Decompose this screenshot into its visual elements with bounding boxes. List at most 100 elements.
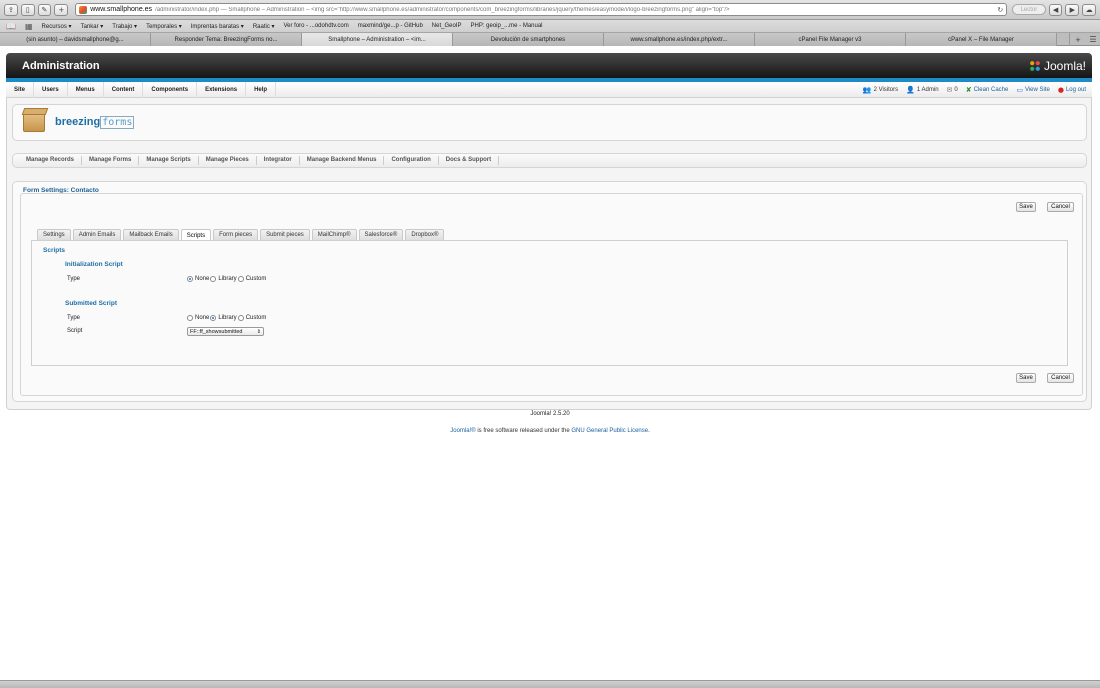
submit-radio-custom[interactable] xyxy=(237,315,244,321)
submenu-manage-forms[interactable]: Manage Forms xyxy=(82,156,140,165)
browser-tab-strip: (sin asunto) – davidsmallphone@g... Resp… xyxy=(0,33,1100,46)
browser-tab[interactable]: Responder Tema: BreezingForms no... xyxy=(151,33,302,46)
icloud-icon[interactable]: ☁ xyxy=(1082,3,1097,16)
menu-item-help[interactable]: Help xyxy=(246,81,277,98)
submenu-docs-support[interactable]: Docs & Support xyxy=(439,156,500,165)
tab-form-pieces[interactable]: Form pieces xyxy=(213,229,259,240)
browser-tab-active[interactable]: Smallphone – Administration – <im... xyxy=(302,33,453,46)
cancel-button-top[interactable]: Cancel xyxy=(1047,202,1074,212)
bookmark-item[interactable]: Imprentas baratas ▾ xyxy=(191,23,244,30)
clean-cache-icon: ✘ xyxy=(965,85,972,94)
bookmark-item[interactable]: Tankar ▾ xyxy=(81,23,104,30)
back-icon[interactable]: ◀ xyxy=(1048,3,1063,16)
breezingforms-logo: breezing forms xyxy=(55,116,135,129)
joomla-logo: Joomla! xyxy=(1028,59,1086,73)
menu-item-components[interactable]: Components xyxy=(143,81,198,98)
share-icon[interactable]: ⇪ xyxy=(4,3,18,16)
submit-type-radios: None Library Custom xyxy=(187,315,266,321)
new-tab-plus-icon[interactable]: + xyxy=(1069,33,1086,46)
forward-icon[interactable]: ▶ xyxy=(1065,3,1080,16)
page-title: Administration xyxy=(22,59,100,72)
init-radio-custom[interactable] xyxy=(237,276,244,282)
cancel-button-bottom[interactable]: Cancel xyxy=(1047,373,1074,383)
submit-radio-library[interactable] xyxy=(210,315,217,321)
address-bar[interactable]: www.smallphone.es /administrator/index.p… xyxy=(75,3,1008,16)
logout-link[interactable]: ● Log out xyxy=(1058,86,1086,94)
browser-tab[interactable]: cPanel File Manager v3 xyxy=(755,33,906,46)
bookmark-item[interactable]: Raatic ▾ xyxy=(253,23,275,30)
bookmarks-bar: 📖 ▦ Recursos ▾ Tankar ▾ Trabajo ▾ Tempor… xyxy=(0,20,1100,33)
view-site-link[interactable]: ▭ View Site xyxy=(1016,86,1050,94)
admin-menu: Site Users Menus Content Components Exte… xyxy=(6,81,1092,98)
browser-toolbar: ⇪ ▯ ✎ + www.smallphone.es /administrator… xyxy=(0,0,1100,20)
reader-button[interactable]: Lector xyxy=(1012,4,1046,15)
submit-radio-none[interactable] xyxy=(187,315,193,321)
clean-cache-link[interactable]: ✘ Clean Cache xyxy=(966,86,1009,94)
joomla-brand-text: Joomla! xyxy=(1043,58,1086,73)
bookmark-item[interactable]: Ver foro - ...odohdtv.com xyxy=(284,23,349,29)
submenu-manage-scripts[interactable]: Manage Scripts xyxy=(139,156,199,165)
browser-tab[interactable]: www.smallphone.es/index.php/extr... xyxy=(604,33,755,46)
logout-icon: ● xyxy=(1057,85,1064,94)
scripts-tab-panel: Scripts Initialization Script Type None … xyxy=(31,240,1068,366)
bookmark-item[interactable]: PHP: geoip_...me - Manual xyxy=(470,23,542,29)
messages-status[interactable]: ✉ 0 xyxy=(947,86,958,94)
reload-icon[interactable]: ↻ xyxy=(997,6,1003,14)
favicon-icon xyxy=(79,5,88,14)
new-tab-button[interactable]: + xyxy=(54,3,69,16)
script-label: Script xyxy=(67,328,83,334)
submenu-manage-backend-menus[interactable]: Manage Backend Menus xyxy=(300,156,385,165)
browser-tab[interactable]: (sin asunto) – davidsmallphone@g... xyxy=(0,33,151,46)
tab-salesforce[interactable]: Salesforce® xyxy=(358,229,404,240)
init-radio-library[interactable] xyxy=(210,276,217,282)
scripts-section-title: Scripts xyxy=(43,247,66,254)
component-header: breezing forms xyxy=(12,104,1087,141)
submenu-configuration[interactable]: Configuration xyxy=(384,156,439,165)
menu-item-users[interactable]: Users xyxy=(34,81,68,98)
url-path: /administrator/index.php — Smallphone – … xyxy=(155,6,730,13)
bookmark-item[interactable]: Temporales ▾ xyxy=(146,23,182,30)
tab-settings[interactable]: Settings xyxy=(37,229,71,240)
browser-status-bar xyxy=(0,680,1100,688)
component-submenu: Manage Records Manage Forms Manage Scrip… xyxy=(12,153,1087,168)
init-type-radios: None Library Custom xyxy=(187,276,266,282)
bookmark-item[interactable]: Net_GeoIP xyxy=(432,23,462,29)
license-text: Joomla!® is free software released under… xyxy=(450,428,650,434)
submit-script-title: Submitted Script xyxy=(65,300,118,307)
menu-item-content[interactable]: Content xyxy=(104,81,144,98)
visitors-status[interactable]: 👥 2 Visitors xyxy=(863,86,898,94)
submenu-integrator[interactable]: Integrator xyxy=(257,156,300,165)
tab-list-icon[interactable]: ☰ xyxy=(1086,33,1100,46)
bookmark-add-icon[interactable]: ✎ xyxy=(37,3,52,16)
save-button-top[interactable]: Save xyxy=(1016,202,1036,212)
tab-dropbox[interactable]: Dropbox® xyxy=(405,229,445,240)
bookmark-item[interactable]: maxmind/ge...p - GitHub xyxy=(358,23,423,29)
script-select[interactable]: FF::ff_showsubmitted ⇕ xyxy=(187,327,264,336)
view-site-icon: ▭ xyxy=(1016,85,1023,94)
menu-item-site[interactable]: Site xyxy=(6,81,35,98)
submenu-manage-records[interactable]: Manage Records xyxy=(19,156,83,165)
submenu-manage-pieces[interactable]: Manage Pieces xyxy=(199,156,257,165)
menu-item-menus[interactable]: Menus xyxy=(68,81,104,98)
browser-tab[interactable]: Devolución de smartphones xyxy=(453,33,604,46)
tab-mailchimp[interactable]: MailChimp® xyxy=(311,229,357,240)
init-radio-none[interactable] xyxy=(187,276,193,282)
tab-submit-pieces[interactable]: Submit pieces xyxy=(260,229,310,240)
admin-status[interactable]: 👤 1 Admin xyxy=(906,86,938,94)
top-sites-icon[interactable]: ▦ xyxy=(25,22,33,31)
messages-icon: ✉ xyxy=(946,85,953,94)
tab-mailback-emails[interactable]: Mailback Emails xyxy=(123,229,179,240)
menu-item-extensions[interactable]: Extensions xyxy=(197,81,247,98)
gpl-link[interactable]: GNU General Public License xyxy=(571,428,648,434)
bookmark-item[interactable]: Recursos ▾ xyxy=(42,23,72,30)
bookmark-item[interactable]: Trabajo ▾ xyxy=(112,23,137,30)
visitors-icon: 👥 xyxy=(862,85,872,94)
init-script-title: Initialization Script xyxy=(65,261,123,268)
save-button-bottom[interactable]: Save xyxy=(1016,373,1036,383)
tab-admin-emails[interactable]: Admin Emails xyxy=(72,229,122,240)
reading-list-icon[interactable]: 📖 xyxy=(6,22,16,31)
browser-tab[interactable]: cPanel X – File Manager xyxy=(906,33,1057,46)
joomla-link[interactable]: Joomla!® xyxy=(450,428,475,434)
status-area: 👥 2 Visitors 👤 1 Admin ✉ 0 ✘ Clean Cache ▭ Vi… xyxy=(863,86,1092,94)
sidebar-icon[interactable]: ▯ xyxy=(20,3,35,16)
